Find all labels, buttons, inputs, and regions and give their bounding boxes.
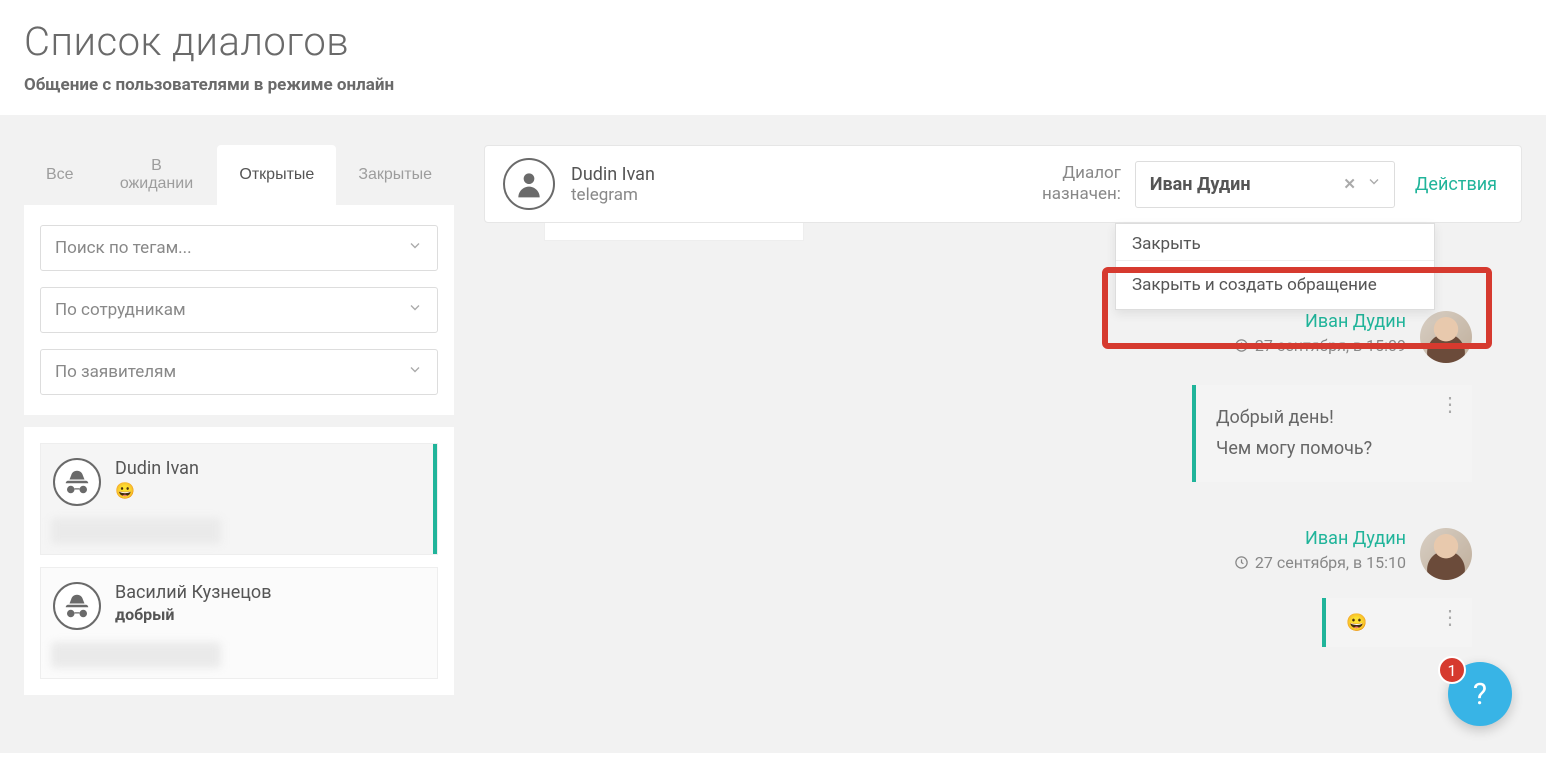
chat-panel: Dudin Ivan telegram Диалог назначен: Ива… [484, 145, 1522, 753]
incognito-avatar-icon [53, 458, 101, 506]
chevron-down-icon [407, 238, 423, 259]
message-header: Иван Дудин 27 сентября, в 15:09 [484, 311, 1522, 363]
message-menu-icon[interactable]: ⋮ [1440, 399, 1460, 409]
clock-icon [1234, 555, 1249, 570]
actions-menu-trigger[interactable]: Действия [1409, 166, 1503, 203]
message-line: Чем могу помочь? [1216, 434, 1428, 465]
chevron-down-icon [1366, 174, 1382, 195]
message-bubble: 😀 ⋮ [1322, 598, 1472, 647]
notification-badge: 1 [1438, 656, 1466, 684]
dialog-item-name: Василий Кузнецов [115, 582, 272, 603]
tab-closed[interactable]: Закрытые [336, 145, 454, 205]
actions-dropdown: Закрыть Закрыть и создать обращение [1115, 223, 1435, 310]
dialog-tabs: Все В ожидании Открытые Закрытые [24, 145, 454, 205]
filter-clients-placeholder: По заявителям [55, 362, 176, 382]
message-menu-icon[interactable]: ⋮ [1440, 612, 1460, 622]
dialog-list: Dudin Ivan 😀 Василий Кузнецов добрый [24, 427, 454, 695]
truncated-message [544, 223, 804, 241]
content-area: Все В ожидании Открытые Закрытые Поиск п… [0, 115, 1546, 753]
tab-all[interactable]: Все [24, 145, 96, 205]
incognito-avatar-icon [53, 582, 101, 630]
operator-avatar [1420, 311, 1472, 363]
dropdown-close-create[interactable]: Закрыть и создать обращение [1116, 260, 1434, 309]
help-fab[interactable]: ? 1 [1448, 662, 1512, 726]
redacted-area [51, 518, 221, 544]
filters-panel: Поиск по тегам... По сотрудникам По заяв… [24, 205, 454, 415]
assign-label: Диалог назначен: [1042, 163, 1121, 206]
filter-tags-select[interactable]: Поиск по тегам... [40, 225, 438, 271]
assign-select[interactable]: Иван Дудин ✕ [1135, 161, 1395, 208]
tab-open[interactable]: Открытые [217, 145, 336, 205]
message-line: Добрый день! [1216, 403, 1428, 434]
operator-avatar [1420, 528, 1472, 580]
chevron-down-icon [407, 300, 423, 321]
filter-clients-select[interactable]: По заявителям [40, 349, 438, 395]
clock-icon [1234, 338, 1249, 353]
dialog-item[interactable]: Василий Кузнецов добрый [40, 567, 438, 679]
user-avatar-icon [503, 158, 555, 210]
dialog-item-preview: 😀 [115, 481, 199, 500]
message-time: 27 сентября, в 15:10 [1234, 553, 1406, 572]
page-header: Список диалогов Общение с пользователями… [0, 0, 1546, 115]
assign-select-value: Иван Дудин [1150, 174, 1251, 195]
message-time: 27 сентября, в 15:09 [1234, 336, 1406, 355]
dialog-item-preview: добрый [115, 605, 272, 624]
message-sender: Иван Дудин [1234, 311, 1406, 332]
tab-pending[interactable]: В ожидании [96, 145, 218, 205]
chat-user-name: Dudin Ivan [571, 164, 655, 185]
chat-header: Dudin Ivan telegram Диалог назначен: Ива… [484, 145, 1522, 223]
dropdown-close[interactable]: Закрыть [1116, 224, 1434, 260]
dialog-item-name: Dudin Ivan [115, 458, 199, 479]
page-subtitle: Общение с пользователями в режиме онлайн [24, 75, 1522, 95]
message-header: Иван Дудин 27 сентября, в 15:10 [484, 528, 1522, 580]
help-icon: ? [1473, 677, 1487, 712]
filter-staff-select[interactable]: По сотрудникам [40, 287, 438, 333]
clear-icon[interactable]: ✕ [1343, 175, 1356, 193]
filter-tags-placeholder: Поиск по тегам... [55, 238, 192, 258]
dialog-item[interactable]: Dudin Ivan 😀 [40, 443, 438, 555]
chat-channel: telegram [571, 185, 655, 205]
chat-user-info: Dudin Ivan telegram [571, 164, 655, 205]
filter-staff-placeholder: По сотрудникам [55, 300, 186, 320]
chevron-down-icon [407, 362, 423, 383]
page-title: Список диалогов [24, 18, 1522, 65]
message-bubble: Добрый день! Чем могу помочь? ⋮ [1192, 385, 1472, 482]
message-sender: Иван Дудин [1234, 528, 1406, 549]
redacted-area [51, 642, 221, 668]
emoji-icon: 😀 [1346, 613, 1367, 633]
left-column: Все В ожидании Открытые Закрытые Поиск п… [24, 145, 454, 753]
